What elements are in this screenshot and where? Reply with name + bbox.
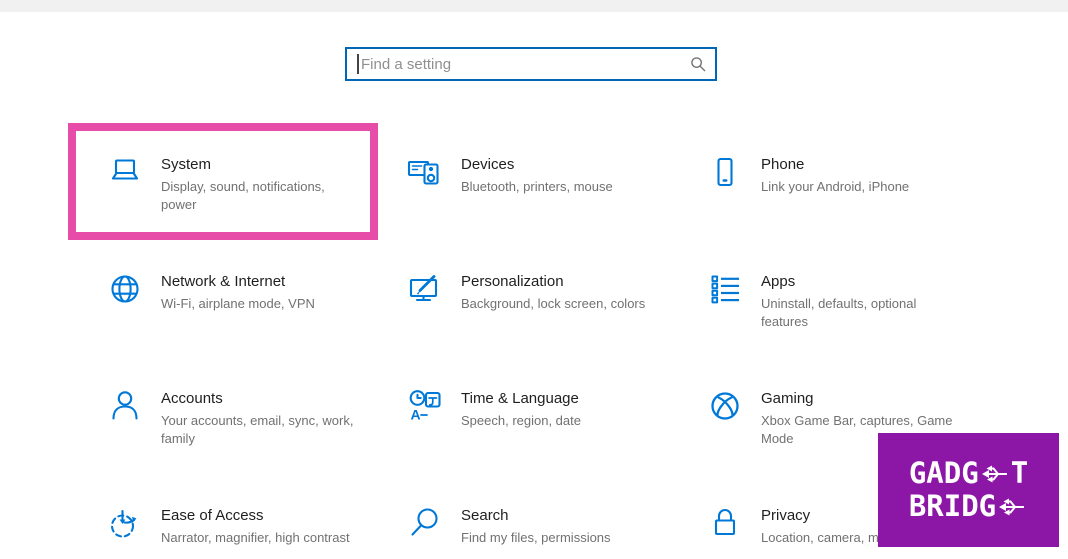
- person-icon: [105, 386, 145, 426]
- tile-title: Devices: [461, 156, 515, 173]
- tile-title: Search: [461, 507, 509, 524]
- tile-subtitle: Wi-Fi, airplane mode, VPN: [161, 296, 315, 311]
- logo-text: BRIDG: [908, 489, 997, 523]
- tile-subtitle: Bluetooth, printers, mouse: [461, 179, 613, 194]
- tile-title: Network & Internet: [161, 273, 286, 290]
- tile-title: Gaming: [761, 390, 814, 407]
- phone-icon: [705, 152, 745, 192]
- tile-title: Ease of Access: [161, 507, 264, 524]
- laptop-icon: [105, 152, 145, 192]
- tile-personalization[interactable]: Personalization Background, lock screen, …: [405, 267, 685, 313]
- search-input[interactable]: [347, 49, 715, 79]
- globe-icon: [105, 269, 145, 309]
- logo-line-2: BRIDG: [909, 490, 1028, 523]
- tile-devices[interactable]: Devices Bluetooth, printers, mouse: [405, 150, 685, 196]
- tile-phone[interactable]: Phone Link your Android, iPhone: [705, 150, 985, 196]
- keyboard-speaker-icon: [405, 152, 445, 192]
- tile-time-language[interactable]: A Time & Language Speech, region, date: [405, 384, 685, 430]
- tile-subtitle: Background, lock screen, colors: [461, 296, 646, 311]
- gadget-bridge-logo: GADG T BRIDG: [878, 433, 1059, 547]
- search-box[interactable]: [345, 47, 717, 81]
- tile-subtitle: Your accounts, email, sync, work, family: [161, 413, 354, 446]
- search-icon[interactable]: [690, 56, 706, 72]
- tile-subtitle: Uninstall, defaults, optional features: [761, 296, 917, 329]
- tile-accounts[interactable]: Accounts Your accounts, email, sync, work…: [105, 384, 385, 447]
- tile-title: System: [161, 156, 212, 173]
- ease-of-access-icon: [105, 503, 145, 543]
- tile-system[interactable]: System Display, sound, notifications, pow…: [105, 150, 385, 213]
- magnifier-icon: [405, 503, 445, 543]
- monitor-brush-icon: [405, 269, 445, 309]
- tile-subtitle: Narrator, magnifier, high contrast: [161, 530, 350, 545]
- settings-window: System Display, sound, notifications, pow…: [0, 0, 1068, 559]
- tile-title: Personalization: [461, 273, 564, 290]
- window-top-strip: [0, 0, 1068, 12]
- apps-list-icon: [705, 269, 745, 309]
- logo-text: T: [1010, 456, 1029, 490]
- tile-network-internet[interactable]: Network & Internet Wi-Fi, airplane mode, …: [105, 267, 385, 313]
- logo-text: GADG: [908, 456, 979, 490]
- tile-title: Time & Language: [461, 390, 579, 407]
- svg-text:A: A: [411, 407, 421, 423]
- clock-language-icon: A: [405, 386, 445, 426]
- tile-subtitle: Speech, region, date: [461, 413, 581, 428]
- tile-title: Apps: [761, 273, 796, 290]
- tile-apps[interactable]: Apps Uninstall, defaults, optional featur…: [705, 267, 985, 330]
- tile-subtitle: Find my files, permissions: [461, 530, 611, 545]
- xbox-icon: [705, 386, 745, 426]
- usb-icon: [981, 465, 1007, 482]
- logo-line-1: GADG T: [909, 457, 1028, 490]
- tile-search[interactable]: Search Find my files, permissions: [405, 501, 685, 547]
- usb-icon: [999, 498, 1025, 515]
- lock-icon: [705, 503, 745, 543]
- tile-subtitle: Link your Android, iPhone: [761, 179, 910, 194]
- text-caret: [357, 54, 359, 74]
- tile-ease-of-access[interactable]: Ease of Access Narrator, magnifier, high …: [105, 501, 385, 547]
- tile-subtitle: Display, sound, notifications, power: [161, 179, 325, 212]
- tile-title: Phone: [761, 156, 805, 173]
- tile-title: Accounts: [161, 390, 223, 407]
